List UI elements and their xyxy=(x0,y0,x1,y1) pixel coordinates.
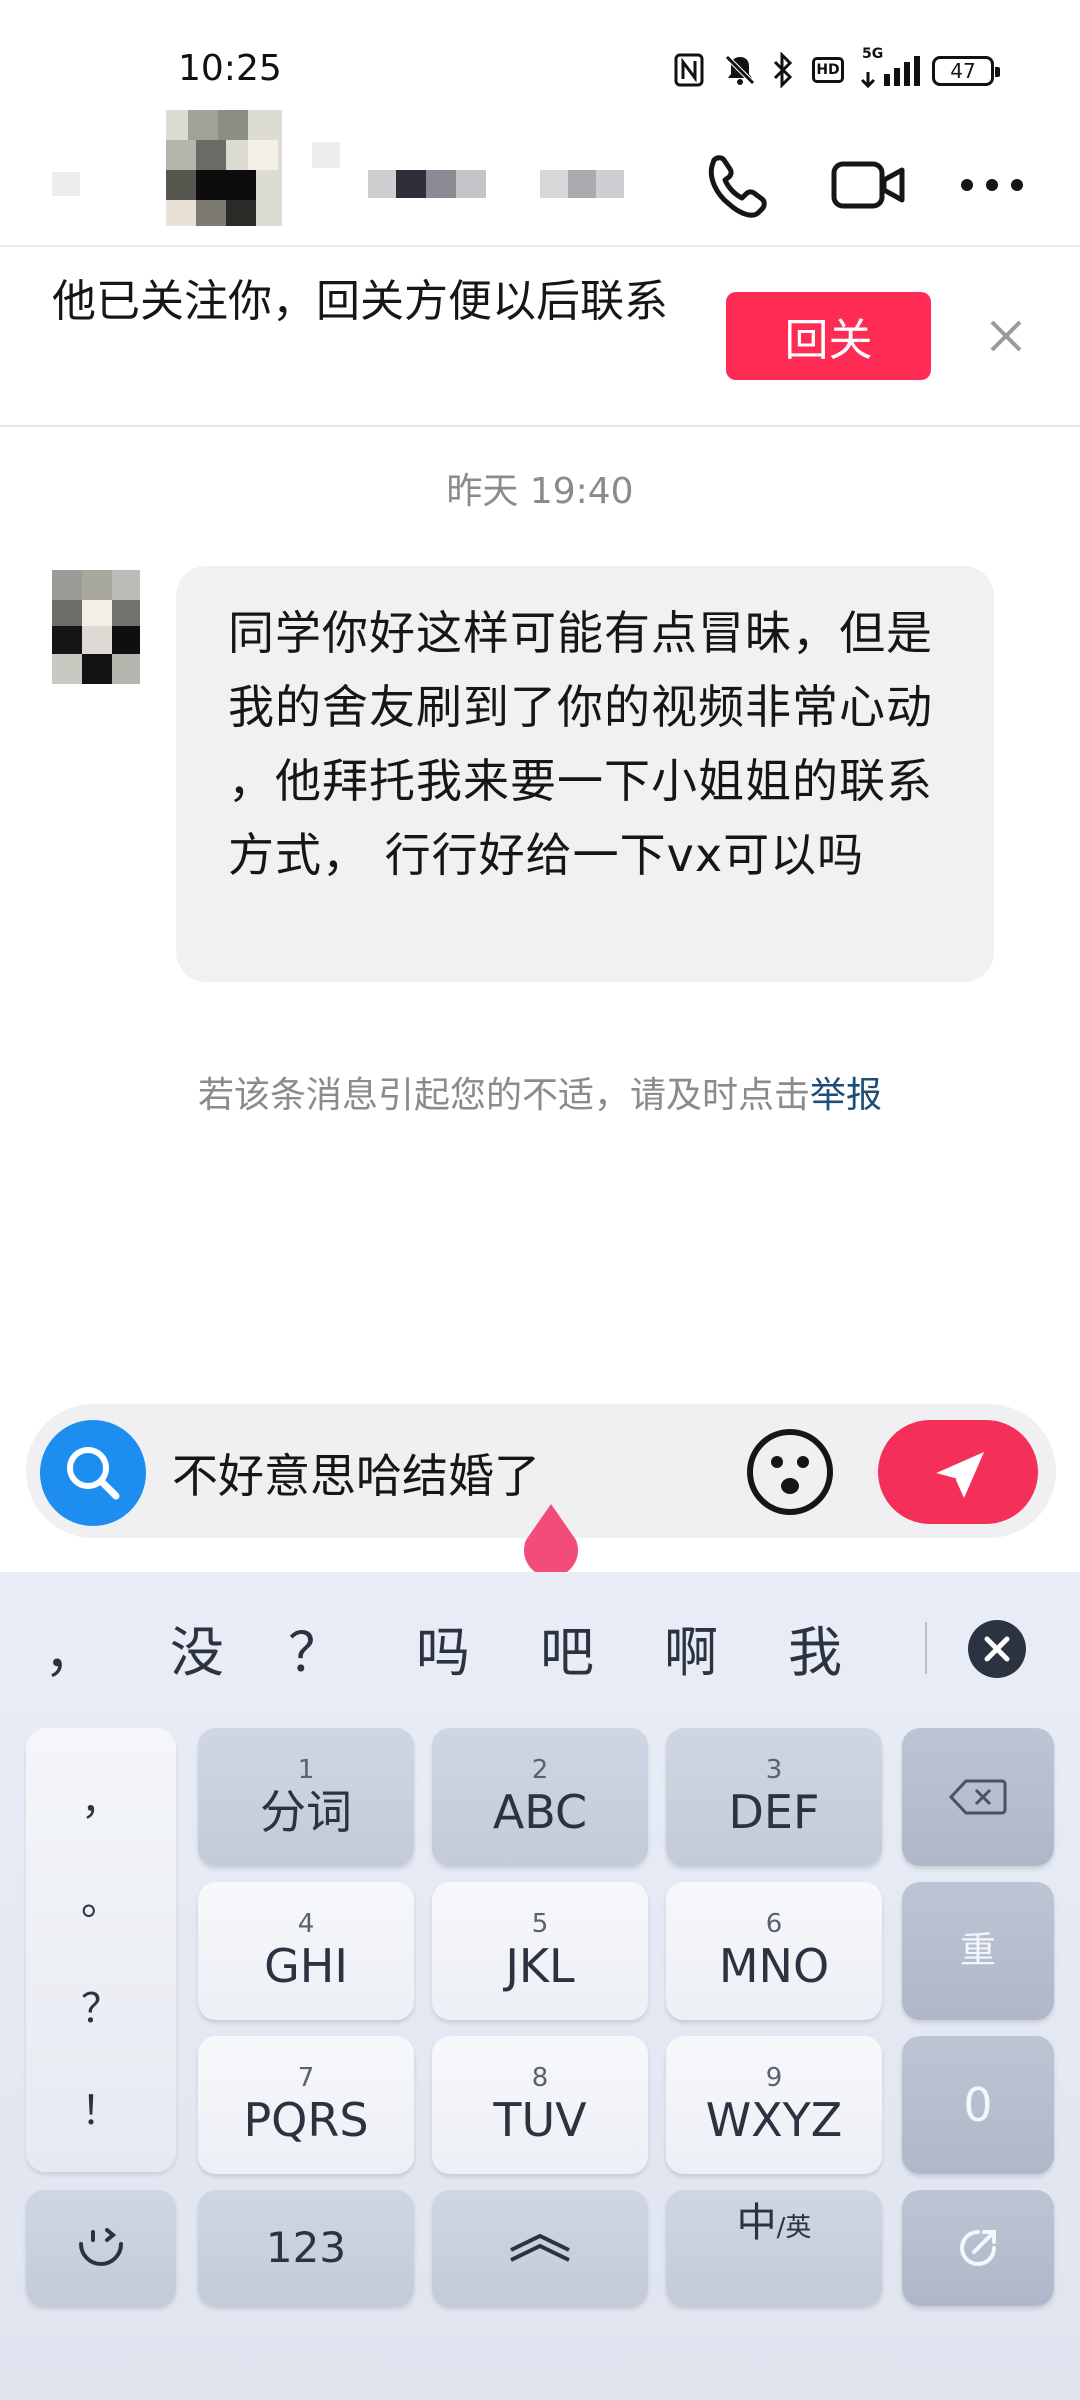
backspace-icon xyxy=(948,1779,1007,1815)
punctuation-column[interactable]: ， 。 ？ ！ xyxy=(26,1728,176,2172)
punctuation-key[interactable]: 。 xyxy=(26,1868,176,1926)
emoji-icon[interactable] xyxy=(744,1426,836,1518)
phone-icon[interactable] xyxy=(700,150,780,220)
search-icon xyxy=(67,1447,120,1500)
candidate-word[interactable]: 吧 xyxy=(540,1620,594,1686)
candidate-divider xyxy=(925,1622,927,1674)
report-notice-text: 若该条消息引起您的不适，请及时点击 xyxy=(197,1075,810,1116)
report-notice: 若该条消息引起您的不适，请及时点击举报 xyxy=(0,1066,1080,1118)
key-2[interactable]: 2 ABC xyxy=(432,1728,648,1866)
contact-avatar[interactable] xyxy=(166,110,282,226)
key-3[interactable]: 3 DEF xyxy=(666,1728,882,1866)
key-5[interactable]: 5 JKL xyxy=(432,1882,648,2020)
sender-avatar[interactable] xyxy=(52,570,140,684)
message-timestamp: 昨天 19:40 xyxy=(446,471,634,512)
contact-name-blur[interactable] xyxy=(368,170,486,198)
close-candidates-icon[interactable] xyxy=(968,1620,1026,1678)
more-icon[interactable] xyxy=(955,150,1035,220)
name-blur xyxy=(312,142,340,168)
hd-icon: HD xyxy=(810,52,846,88)
smile-icon xyxy=(79,2228,123,2266)
bluetooth-icon xyxy=(768,52,798,88)
key-8[interactable]: 8 TUV xyxy=(432,2036,648,2174)
space-key[interactable] xyxy=(432,2190,648,2306)
follow-banner-text: 他已关注你，回关方便以后联系 xyxy=(52,276,668,327)
back-arrow-blur[interactable] xyxy=(52,172,80,196)
close-icon[interactable] xyxy=(982,312,1030,360)
enter-icon xyxy=(960,2230,996,2266)
5g-signal-icon: 5G xyxy=(856,46,920,88)
punctuation-key[interactable]: ！ xyxy=(26,2078,176,2136)
punctuation-key[interactable]: ？ xyxy=(26,1976,176,2034)
emoji-keyboard-key[interactable] xyxy=(26,2190,176,2306)
language-switch-key[interactable]: 中/英 xyxy=(666,2190,882,2306)
cursor-handle[interactable] xyxy=(518,1500,584,1578)
enter-key[interactable] xyxy=(902,2190,1054,2306)
status-time: 10:25 xyxy=(178,48,282,89)
report-link[interactable]: 举报 xyxy=(810,1075,882,1116)
message-input[interactable]: 不好意思哈结婚了 xyxy=(172,1440,540,1506)
backspace-key[interactable] xyxy=(902,1728,1054,1866)
mute-icon xyxy=(720,52,760,88)
candidate-word[interactable]: 啊 xyxy=(664,1620,718,1686)
space-icon xyxy=(510,2233,570,2262)
message-text: 同学你好这样可能有点冒昧，但是我的舍友刷到了你的视频非常心动 ，他拜托我来要一下… xyxy=(228,606,933,882)
message-bubble[interactable]: 同学你好这样可能有点冒昧，但是我的舍友刷到了你的视频非常心动 ，他拜托我来要一下… xyxy=(176,566,994,982)
candidate-word[interactable]: 没 xyxy=(170,1620,224,1686)
key-6[interactable]: 6 MNO xyxy=(666,1882,882,2020)
send-icon xyxy=(933,1452,984,1498)
candidate-word[interactable]: 吗 xyxy=(416,1620,470,1686)
key-1[interactable]: 1 分词 xyxy=(198,1728,414,1866)
punctuation-key[interactable]: ， xyxy=(26,1768,176,1826)
candidate-word[interactable]: ， xyxy=(44,1620,98,1686)
send-button[interactable] xyxy=(878,1420,1038,1524)
reset-key[interactable]: 重 xyxy=(902,1882,1054,2020)
key-4[interactable]: 4 GHI xyxy=(198,1882,414,2020)
key-7[interactable]: 7 PQRS xyxy=(198,2036,414,2174)
candidate-word[interactable]: ？ xyxy=(288,1620,342,1686)
contact-status-blur xyxy=(540,170,624,198)
follow-back-button[interactable]: 回关 xyxy=(726,292,931,380)
number-mode-key[interactable]: 123 xyxy=(198,2190,414,2306)
battery-indicator: 47 xyxy=(932,56,1000,86)
search-button[interactable] xyxy=(40,1420,146,1526)
key-9[interactable]: 9 WXYZ xyxy=(666,2036,882,2174)
video-icon[interactable] xyxy=(828,150,908,220)
candidate-word[interactable]: 我 xyxy=(788,1620,842,1686)
key-0[interactable]: 0 xyxy=(902,2036,1054,2174)
nfc-icon xyxy=(672,52,706,88)
